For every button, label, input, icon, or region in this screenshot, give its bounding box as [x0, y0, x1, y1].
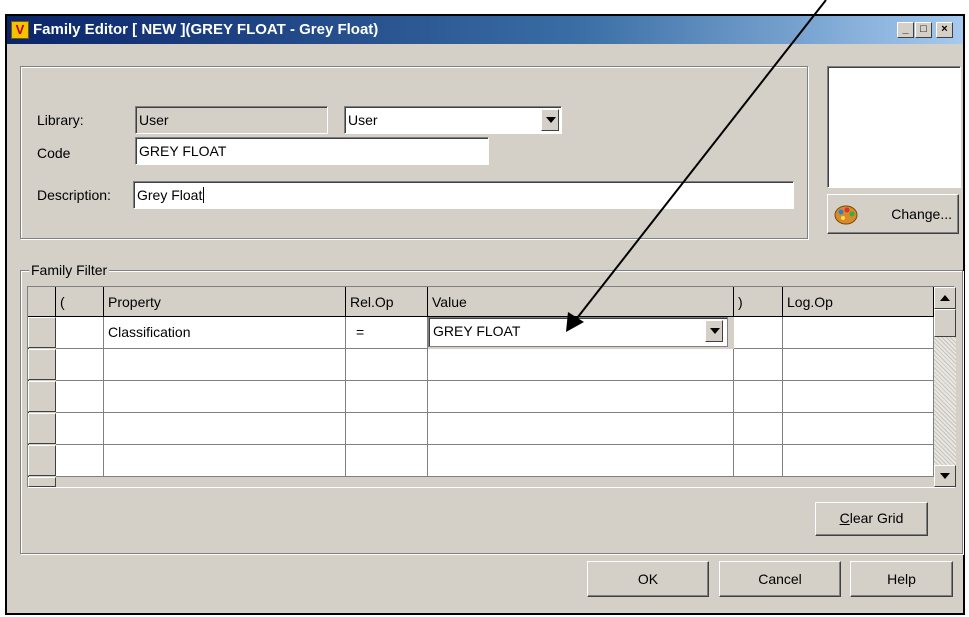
table-cell[interactable] [734, 349, 783, 381]
maximize-button[interactable]: □ [915, 22, 932, 38]
table-cell[interactable] [346, 413, 428, 445]
window-title: Family Editor [ NEW ](GREY FLOAT - Grey … [33, 21, 379, 38]
library-select-value: User [348, 112, 378, 128]
table-cell[interactable] [104, 413, 346, 445]
chevron-down-icon[interactable] [705, 320, 723, 342]
row-header[interactable] [28, 317, 56, 348]
scroll-up-button[interactable] [934, 287, 956, 309]
arrow-down-icon [940, 473, 950, 479]
table-cell[interactable]: = [346, 317, 428, 349]
filter-grid[interactable]: ( Property Rel.Op Value ) Log.Op Classif… [27, 286, 956, 488]
column-header-log-op[interactable]: Log.Op [783, 287, 934, 317]
table-cell[interactable] [783, 349, 934, 381]
cancel-button[interactable]: Cancel [719, 561, 841, 597]
clear-grid-button[interactable]: Clear Grid [815, 502, 928, 536]
library-label: Library: [37, 112, 84, 128]
code-field[interactable]: GREY FLOAT [135, 137, 489, 165]
change-button-label: Change... [891, 206, 952, 222]
clear-grid-label: Clear Grid [839, 510, 904, 526]
table-cell[interactable] [783, 317, 934, 349]
app-logo-icon: V [11, 21, 29, 39]
change-button[interactable]: Change... [827, 194, 959, 234]
family-filter-label: Family Filter [29, 262, 110, 278]
row-header[interactable] [28, 349, 56, 380]
column-header-close-paren[interactable]: ) [734, 287, 783, 317]
ok-button[interactable]: OK [587, 561, 709, 597]
table-cell[interactable] [56, 349, 104, 381]
table-cell[interactable] [56, 317, 104, 349]
help-button[interactable]: Help [850, 561, 953, 597]
table-cell[interactable] [346, 445, 428, 477]
title-bar: V Family Editor [ NEW ](GREY FLOAT - Gre… [7, 16, 963, 44]
family-editor-window: V Family Editor [ NEW ](GREY FLOAT - Gre… [5, 14, 965, 615]
table-cell[interactable] [56, 413, 104, 445]
description-label: Description: [37, 187, 111, 203]
table-cell[interactable] [734, 317, 783, 349]
table-cell[interactable] [783, 445, 934, 477]
grid-corner [28, 287, 56, 317]
table-cell[interactable] [104, 445, 346, 477]
column-header-rel-op[interactable]: Rel.Op [346, 287, 428, 317]
library-select[interactable]: User [344, 106, 562, 134]
image-preview [827, 66, 961, 188]
close-button[interactable]: × [936, 22, 953, 38]
column-header-value[interactable]: Value [428, 287, 734, 317]
row-header[interactable] [28, 413, 56, 444]
text-caret: ​ [203, 187, 205, 203]
description-value: Grey Float [137, 187, 203, 203]
code-label: Code [37, 145, 71, 161]
column-header-property[interactable]: Property [104, 287, 346, 317]
library-field: User [135, 106, 328, 134]
table-cell[interactable] [428, 413, 734, 445]
table-cell[interactable] [428, 445, 734, 477]
minimize-button[interactable]: _ [897, 22, 914, 38]
value-select-text: GREY FLOAT [433, 323, 521, 339]
table-cell[interactable] [783, 381, 934, 413]
table-cell[interactable] [734, 381, 783, 413]
table-cell[interactable] [104, 349, 346, 381]
row-header[interactable] [28, 445, 56, 476]
table-cell[interactable] [56, 445, 104, 477]
grid-vertical-scrollbar[interactable] [934, 287, 956, 487]
row-header[interactable] [28, 477, 56, 487]
row-header[interactable] [28, 381, 56, 412]
table-cell[interactable]: Classification [104, 317, 346, 349]
scroll-down-button[interactable] [934, 465, 956, 487]
palette-icon [834, 205, 858, 225]
table-cell[interactable] [428, 381, 734, 413]
table-cell[interactable] [734, 413, 783, 445]
table-cell[interactable] [783, 413, 934, 445]
table-cell[interactable] [346, 349, 428, 381]
chevron-down-icon[interactable] [541, 109, 559, 131]
scroll-thumb[interactable] [934, 309, 956, 337]
table-cell[interactable] [734, 445, 783, 477]
table-cell[interactable] [428, 349, 734, 381]
column-header-open-paren[interactable]: ( [56, 287, 104, 317]
arrow-up-icon [940, 295, 950, 301]
table-cell[interactable] [104, 381, 346, 413]
value-select[interactable]: GREY FLOAT [428, 317, 728, 347]
description-field[interactable]: Grey Float​ [133, 181, 794, 209]
table-cell[interactable] [56, 381, 104, 413]
table-cell[interactable] [346, 381, 428, 413]
